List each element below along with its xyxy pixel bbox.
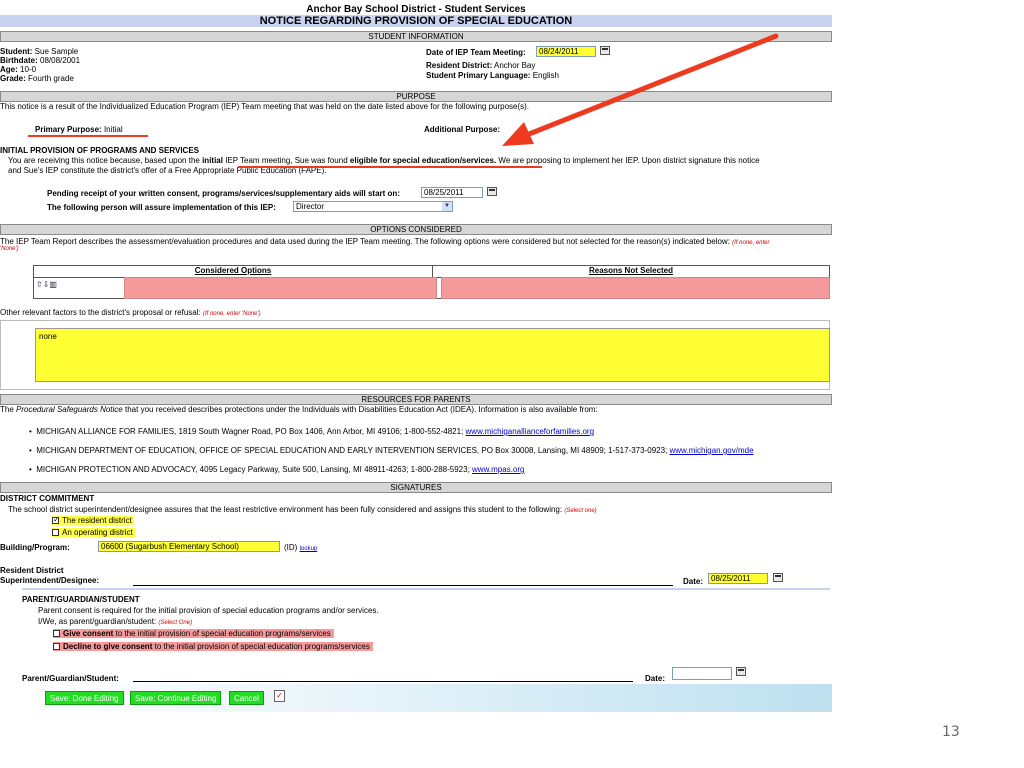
student-name: Student: Sue Sample [0, 47, 79, 56]
calendar-icon[interactable] [736, 667, 746, 676]
save-continue-button[interactable]: Save: Continue Editing [130, 691, 222, 705]
move-up-icon[interactable]: ⇧ [36, 280, 43, 289]
checkbox[interactable] [53, 643, 60, 651]
district-title: Anchor Bay School District - Student Ser… [306, 4, 526, 15]
lookup-link[interactable]: lookup [300, 546, 318, 552]
reason-not-selected-field[interactable] [441, 277, 830, 299]
options-intro: The IEP Team Report describes the assess… [0, 237, 770, 246]
primary-purpose: Primary Purpose: Initial [35, 125, 123, 134]
checkbox[interactable] [52, 529, 59, 537]
parent-consent-text: Parent consent is required for the initi… [38, 606, 379, 615]
chevron-down-icon[interactable]: ▼ [442, 202, 452, 211]
resident-superintendent-label-1: Resident District [0, 566, 64, 575]
purpose-intro: This notice is a result of the Individua… [0, 102, 530, 111]
additional-purpose-label: Additional Purpose: [424, 125, 500, 134]
give-consent-option[interactable]: Give consent to the initial provision of… [53, 629, 334, 638]
assure-person-select[interactable]: Director ▼ [293, 201, 453, 212]
section-resources-for-parents: RESOURCES FOR PARENTS [0, 394, 832, 405]
district-commitment-heading: DISTRICT COMMITMENT [0, 494, 95, 503]
resource-link[interactable]: www.michigan.gov/mde [670, 446, 754, 455]
divider [22, 588, 830, 590]
resource-item: • MICHIGAN DEPARTMENT OF EDUCATION, OFFI… [29, 446, 754, 455]
parent-date-label: Date: [645, 674, 666, 683]
resident-superintendent-label-2: Superintendent/Designee: [0, 576, 100, 585]
resource-link[interactable]: www.mpas.org [472, 465, 524, 474]
annotation-arrow-icon [502, 33, 779, 146]
section-signatures: SIGNATURES [0, 482, 832, 493]
slide-page-number: 13 [942, 724, 960, 740]
save-done-button[interactable]: Save: Done Editing [45, 691, 124, 705]
resource-link[interactable]: www.michiganallianceforfamilies.org [466, 427, 595, 436]
student-age: Age: 10-0 [0, 65, 37, 74]
parent-signature-label: Parent/Guardian/Student: [22, 674, 119, 683]
district-commitment-text: The school district superintendent/desig… [8, 505, 597, 514]
services-start-date-input[interactable]: 08/25/2011 [421, 187, 483, 198]
options-intro-hint: 'None') [0, 246, 19, 252]
district-date-label: Date: [683, 577, 704, 586]
parent-heading: PARENT/GUARDIAN/STUDENT [22, 595, 140, 604]
notice-title: NOTICE REGARDING PROVISION OF SPECIAL ED… [0, 15, 832, 27]
initial-provision-heading: INITIAL PROVISION OF PROGRAMS AND SERVIC… [0, 146, 199, 155]
option-operating-district[interactable]: An operating district [52, 528, 135, 537]
calendar-icon[interactable] [487, 187, 497, 196]
district-date-input[interactable]: 08/25/2011 [708, 573, 768, 584]
resource-item: • MICHIGAN ALLIANCE FOR FAMILIES, 1819 S… [29, 427, 595, 436]
other-factors-textarea[interactable]: none [35, 328, 830, 382]
considered-option-field[interactable] [124, 277, 437, 299]
iep-notice-form: Anchor Bay School District - Student Ser… [0, 0, 832, 712]
annotation-underline-eligible [238, 166, 542, 168]
student-grade: Grade: Fourth grade [0, 74, 74, 83]
print-document-icon[interactable]: ✓ [274, 690, 285, 702]
checkbox-checked[interactable] [52, 515, 60, 525]
building-program-input[interactable]: 06600 (Sugarbush Elementary School) [98, 541, 280, 552]
option-resident-district[interactable]: The resident district [52, 515, 134, 525]
decline-consent-option[interactable]: Decline to give consent to the initial p… [53, 642, 373, 651]
section-options-considered: OPTIONS CONSIDERED [0, 224, 832, 235]
resources-intro: The Procedural Safeguards Notice that yo… [0, 405, 598, 414]
col-reasons-not-selected: Reasons Not Selected [588, 266, 674, 275]
parent-as-label: I/We, as parent/guardian/student: (Selec… [38, 617, 193, 626]
parent-date-input[interactable] [672, 667, 732, 680]
annotation-underline-primary [28, 135, 148, 137]
student-birthdate: Birthdate: 08/08/2001 [0, 56, 81, 65]
other-factors-label: Other relevant factors to the district's… [0, 308, 261, 317]
cancel-button[interactable]: Cancel [229, 691, 264, 705]
calendar-icon[interactable] [773, 573, 783, 582]
trash-icon[interactable]: ▥ [49, 280, 57, 289]
resource-item: • MICHIGAN PROTECTION AND ADVOCACY, 4095… [29, 465, 525, 474]
parent-signature-line[interactable] [133, 681, 633, 682]
col-considered-options: Considered Options [34, 266, 433, 277]
checkbox[interactable] [53, 630, 60, 638]
superintendent-signature-line[interactable] [133, 585, 673, 586]
assure-implementation-label: The following person will assure impleme… [47, 203, 276, 212]
pending-consent-label: Pending receipt of your written consent,… [47, 189, 400, 198]
building-program-label: Building/Program: [0, 543, 70, 552]
id-lookup: (ID) lookup [284, 543, 318, 552]
